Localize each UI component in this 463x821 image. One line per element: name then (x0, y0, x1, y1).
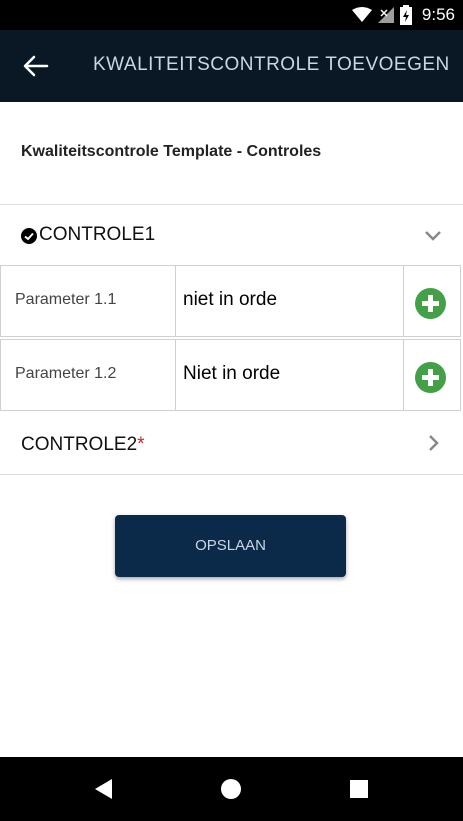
save-button[interactable]: OPSLAAN (115, 515, 346, 577)
clock: 9:56 (421, 5, 455, 24)
no-signal-icon (377, 7, 394, 23)
page-title: KWALITEITSCONTROLE TOEVOEGEN (93, 54, 450, 75)
navigation-bar (0, 757, 463, 821)
parameter-name-cell: Parameter 1.2 (1, 340, 176, 410)
parameter-value-cell[interactable]: Niet in orde (176, 340, 404, 410)
parameter-value: Niet in orde (183, 363, 281, 384)
section-controle1-header[interactable]: CONTROLE1 (0, 205, 463, 265)
chevron-down-icon[interactable] (424, 230, 442, 242)
add-plus-icon[interactable] (415, 362, 446, 393)
parameter-value: niet in orde (183, 289, 278, 310)
divider (0, 474, 463, 475)
parameter-name-cell: Parameter 1.1 (1, 266, 176, 336)
chevron-right-icon[interactable] (428, 434, 440, 452)
back-arrow-icon[interactable] (22, 52, 50, 80)
parameter-name: Parameter 1.2 (15, 365, 117, 382)
parameter-name: Parameter 1.1 (15, 291, 117, 308)
parameter-row: Parameter 1.1 niet in orde (0, 265, 461, 337)
parameter-value-cell[interactable]: niet in orde (176, 266, 404, 336)
battery-charging-icon (399, 5, 412, 25)
template-title: Kwaliteitscontrole Template - Controles (21, 143, 322, 160)
required-mark: * (137, 434, 145, 455)
section-label: CONTROLE2* (21, 434, 145, 456)
recents-square-icon[interactable] (347, 777, 371, 801)
app-bar: KWALITEITSCONTROLE TOEVOEGEN (0, 30, 463, 102)
status-icons: 9:56 (351, 4, 455, 26)
back-triangle-icon[interactable] (92, 777, 116, 801)
section-label: CONTROLE1 (39, 224, 156, 245)
add-plus-icon[interactable] (415, 288, 446, 319)
section-label-text: CONTROLE2 (21, 434, 138, 455)
section-controle2-header[interactable]: CONTROLE2* (0, 412, 463, 474)
parameter-row: Parameter 1.2 Niet in orde (0, 339, 461, 411)
status-bar: 9:56 (0, 0, 463, 30)
home-circle-icon[interactable] (219, 777, 243, 801)
wifi-icon (351, 7, 372, 22)
check-circle-icon (21, 228, 37, 244)
